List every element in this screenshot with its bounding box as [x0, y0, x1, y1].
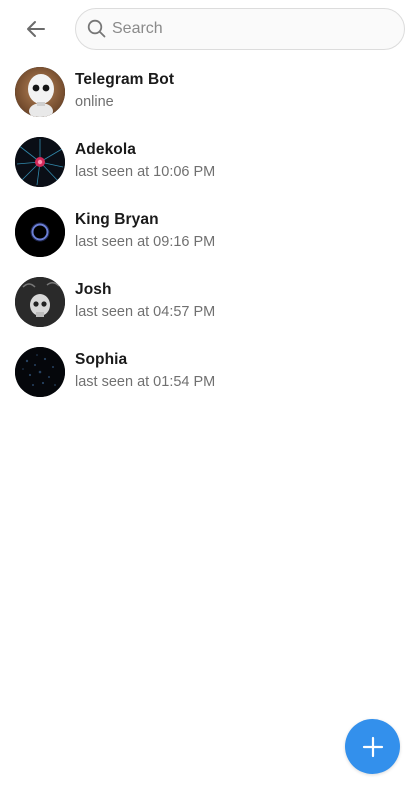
- contact-name: Adekola: [75, 141, 136, 158]
- avatar: [15, 207, 65, 257]
- contact-item-telegram-bot[interactable]: Telegram Bot online: [0, 57, 420, 127]
- top-bar: [0, 0, 420, 58]
- search-icon: [87, 19, 107, 39]
- contact-status: last seen at 01:54 PM: [75, 374, 216, 390]
- search-box[interactable]: [75, 8, 405, 50]
- avatar: [15, 137, 65, 187]
- avatar: [15, 67, 65, 117]
- contact-name: Josh: [75, 281, 112, 298]
- avatar: [15, 277, 65, 327]
- contact-item-adekola[interactable]: Adekola last seen at 10:06 PM: [0, 127, 420, 197]
- contact-item-king-bryan[interactable]: King Bryan last seen at 09:16 PM: [0, 197, 420, 267]
- new-contact-button[interactable]: [345, 719, 400, 774]
- contact-status: online: [75, 94, 114, 110]
- contact-status: last seen at 10:06 PM: [75, 164, 216, 180]
- plus-icon: [362, 736, 383, 757]
- contact-status: last seen at 04:57 PM: [75, 304, 216, 320]
- contact-name: King Bryan: [75, 211, 159, 228]
- contact-item-josh[interactable]: Josh last seen at 04:57 PM: [0, 267, 420, 337]
- avatar: [15, 347, 65, 397]
- contact-name: Sophia: [75, 351, 128, 368]
- arrow-left-icon: [27, 21, 45, 37]
- contact-list: Telegram Bot online Adekola last seen at…: [0, 57, 420, 407]
- search-input[interactable]: [112, 9, 404, 49]
- contact-name: Telegram Bot: [75, 71, 175, 88]
- back-button[interactable]: [20, 13, 52, 45]
- contact-status: last seen at 09:16 PM: [75, 234, 216, 250]
- contact-item-sophia[interactable]: Sophia last seen at 01:54 PM: [0, 337, 420, 407]
